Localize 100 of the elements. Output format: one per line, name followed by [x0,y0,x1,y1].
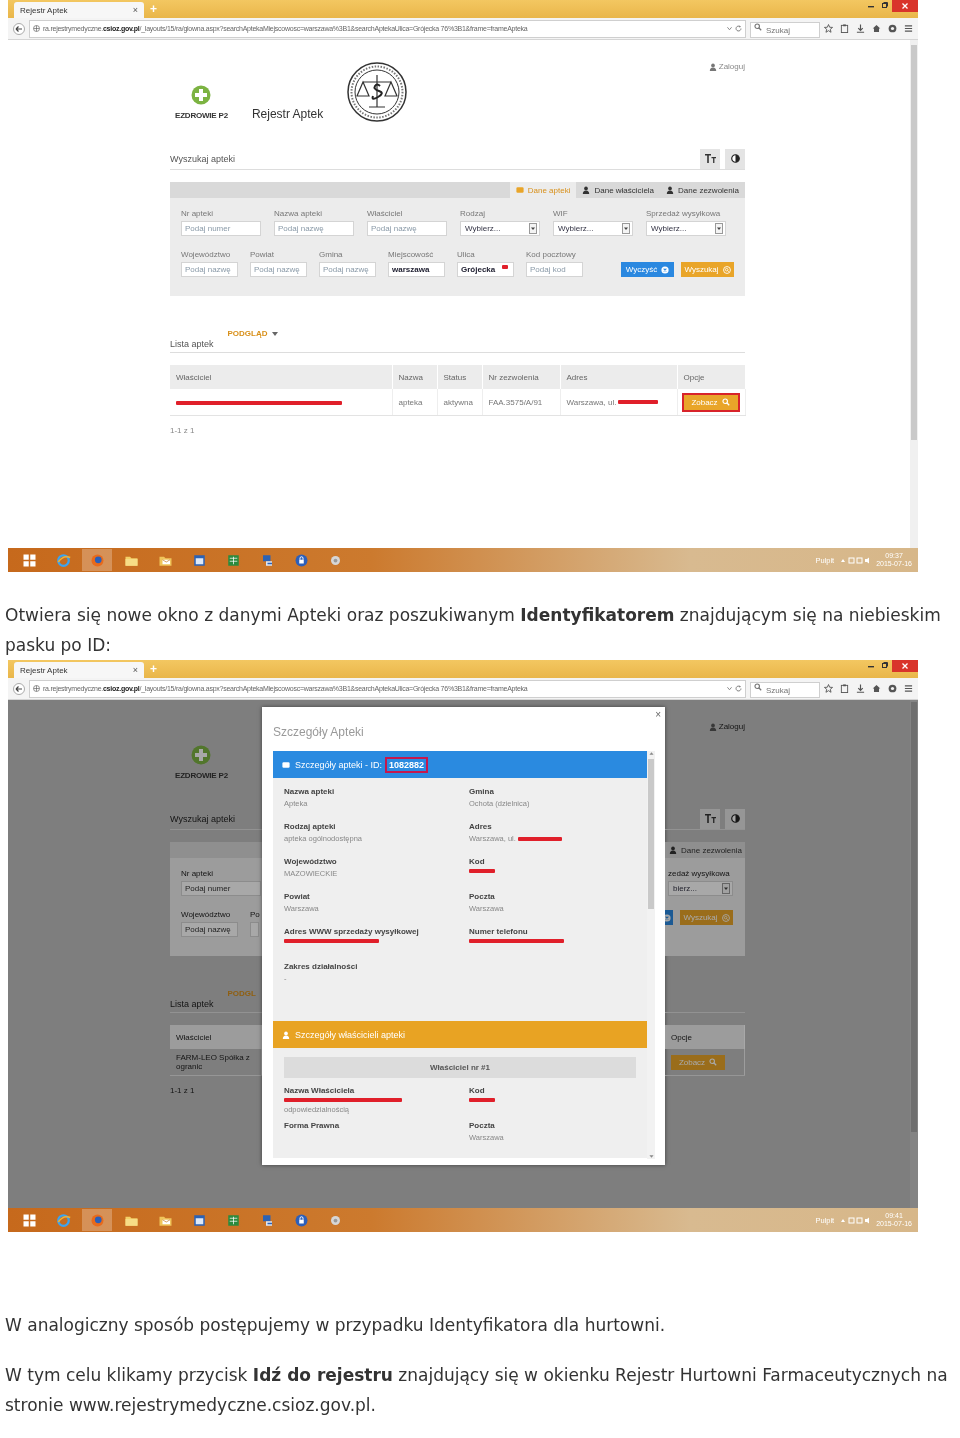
tab[interactable]: Dane zezwolenia [660,182,745,198]
window-icon [191,552,207,568]
dropdown[interactable]: bierz... [668,881,733,896]
browser-tab[interactable]: Rejestr Aptek × [14,662,144,678]
text-field[interactable]: Grójecka [457,262,514,277]
tab[interactable]: Dane właściciela [576,182,661,198]
text-field[interactable] [250,922,259,937]
search-icon [754,682,762,691]
clipboard-icon[interactable] [840,24,849,33]
tab[interactable]: Dane zezwolenia [666,842,745,858]
close-icon[interactable] [902,663,908,669]
text-field[interactable]: Podaj nazwę [367,221,447,236]
field-label: Nr apteki [181,209,214,218]
search-field[interactable]: Szukaj [750,22,820,39]
close-button[interactable]: × [655,709,661,720]
contrast-icon [730,814,740,823]
field-label: Po [250,910,260,919]
taskbar-button[interactable] [82,1209,112,1231]
scrollbar-thumb[interactable] [911,702,917,1132]
field-label: Gmina [469,787,495,796]
field-label: Forma Prawna [284,1121,341,1130]
browser-tab[interactable]: Rejestr Aptek × [14,2,144,18]
home-icon[interactable] [872,684,881,693]
dropdown[interactable]: Wybierz... [646,221,726,236]
column-header: Nr zezwolenia [482,365,560,389]
dropdown-icon[interactable] [727,26,732,31]
spreadsheet-icon [225,552,241,568]
globe-icon [33,25,40,32]
person-icon [582,186,591,194]
home-icon[interactable] [872,24,881,33]
seal-emblem [347,62,408,122]
back-icon[interactable] [13,682,25,695]
clipboard-icon[interactable] [840,684,849,693]
field-label: Kod [469,857,486,866]
caret-icon [622,223,630,234]
field-label: Rodzaj [460,209,486,218]
reload-icon[interactable] [735,685,742,692]
logo-text: EZDROWIE P2 [175,771,228,780]
scroll-down-icon[interactable] [648,1154,654,1159]
menu-icon[interactable] [904,684,913,693]
taskbar-button[interactable] [82,549,112,571]
star-icon[interactable] [824,24,833,33]
download-icon[interactable] [856,24,865,33]
field-label: zedaż wysyłkowa [668,869,731,878]
text-field[interactable]: Podaj numer [181,881,261,896]
contrast-button[interactable] [725,148,745,169]
caret-icon [715,223,723,234]
pagination-text: 1-1 z 1 [170,1086,196,1095]
window-close-button[interactable] [892,660,918,672]
close-tab-button[interactable]: × [132,5,138,15]
person-icon [708,722,717,731]
text-field[interactable]: Podaj numer [181,221,261,236]
scrollbar[interactable] [910,40,918,548]
person-icon [282,1030,290,1039]
text-field[interactable]: Podaj nazwę [274,221,354,236]
window-close-button[interactable] [892,0,918,12]
text-field[interactable]: Podaj kod [526,262,583,277]
column-header: Nazwa [392,365,437,389]
text-field[interactable]: Podaj nazwę [181,262,238,277]
menu-icon[interactable] [904,24,913,33]
download-icon[interactable] [856,684,865,693]
list-title: Lista aptek [170,999,214,1009]
scrollbar[interactable] [647,751,655,1159]
reload-icon[interactable] [735,25,742,32]
scroll-up-icon[interactable] [648,751,654,756]
field-label: WIF [553,209,569,218]
scrollbar-thumb[interactable] [648,759,654,909]
close-tab-button[interactable]: × [132,665,138,675]
scrollbar[interactable] [910,700,918,1208]
dropdown[interactable]: Wybierz... [460,221,540,236]
font-size-button[interactable] [700,148,720,169]
font-size-button[interactable] [700,808,720,829]
restore-icon[interactable] [882,662,888,668]
back-icon[interactable] [13,22,25,35]
font-size-icon [704,154,716,163]
search-field[interactable]: Szukaj [750,682,820,699]
column-header: Adres [560,365,677,389]
paragraph: Otwiera się nowe okno z danymi Apteki oraz poszukiwanym Identyfikatorem znajdującym się na niebieskim pasku po ID: [5,604,942,657]
field-label: Gmina [319,250,344,259]
search-icon [754,22,762,31]
field-label: Poczta [469,1121,496,1130]
field-label: Ulica [457,250,476,259]
paragraph: W analogiczny sposób postępujemy w przypadku Identyfikatora dla hurtowni. [5,1314,667,1337]
scrollbar-thumb[interactable] [911,45,917,440]
field-label: Adres WWW sprzedaży wysyłkowej [284,927,420,936]
clear-button[interactable]: Wyczyść [621,262,674,277]
contrast-button[interactable] [725,808,745,829]
login-link[interactable]: Zaloguj [708,62,745,71]
login-link[interactable]: Zaloguj [708,722,745,731]
dropdown[interactable]: Wybierz... [553,221,633,236]
dropdown-icon[interactable] [727,686,732,691]
text-field[interactable]: Podaj nazwę [250,262,307,277]
star-icon[interactable] [824,684,833,693]
close-icon[interactable] [902,3,908,9]
text-field[interactable]: warszawa [388,262,445,277]
view-menu[interactable]: PODGLĄD [227,329,278,338]
lock-icon [293,552,309,568]
text-field[interactable]: Podaj nazwę [319,262,376,277]
text-field[interactable]: Podaj nazwę [181,922,238,937]
restore-icon[interactable] [882,2,888,8]
